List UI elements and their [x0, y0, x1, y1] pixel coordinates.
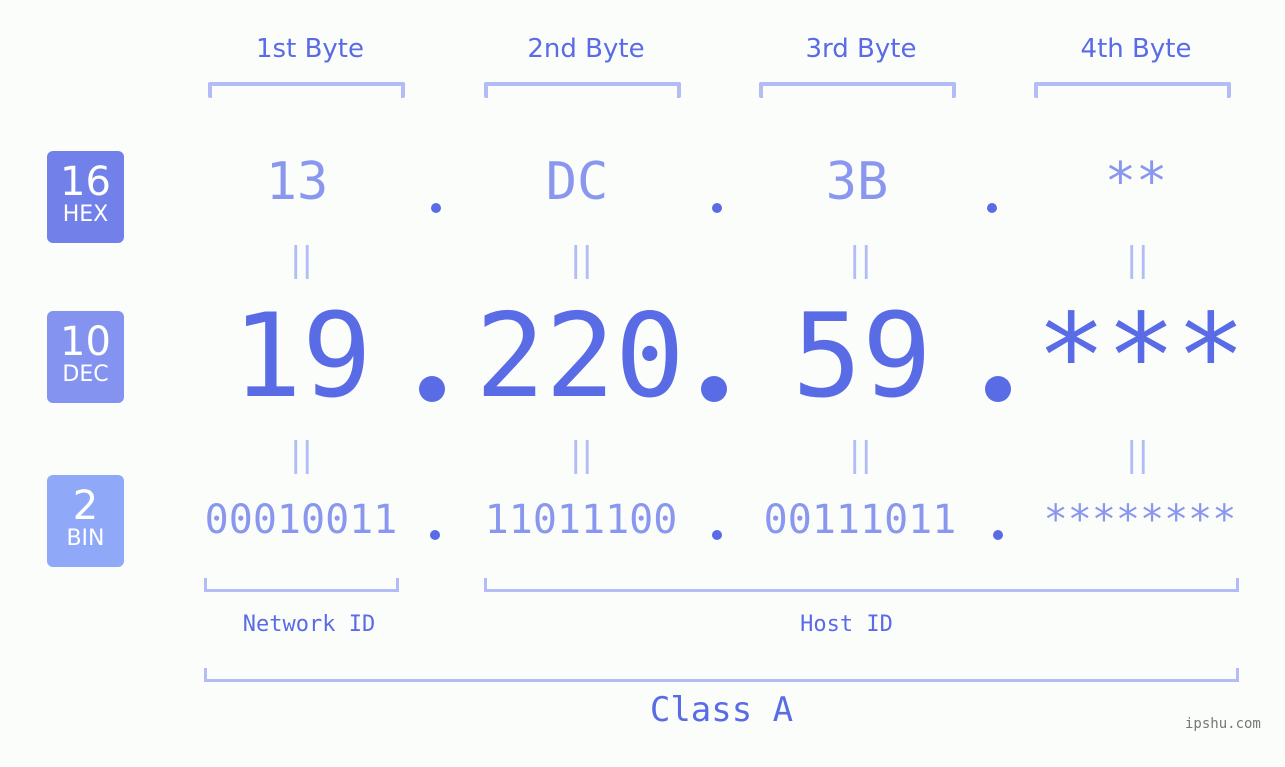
- hex-base-number: 16: [60, 159, 111, 205]
- bin-byte-4: ********: [1043, 497, 1237, 543]
- dec-byte-3: 59: [792, 289, 932, 424]
- hex-base-label: HEX: [62, 202, 109, 227]
- dec-byte-1: 19: [232, 289, 372, 424]
- equals-dec-bin-2: ||: [570, 435, 593, 475]
- bin-badge: 2 BIN: [47, 475, 124, 567]
- dec-dot-3: [985, 376, 1011, 402]
- equals-dec-bin-4: ||: [1126, 435, 1149, 475]
- hex-byte-2: DC: [545, 152, 609, 212]
- dec-base-label: DEC: [62, 362, 109, 387]
- class-bracket: [204, 668, 1239, 682]
- host-id-label: Host ID: [800, 612, 893, 637]
- byte-bracket-1: [208, 82, 405, 98]
- bin-byte-1: 00010011: [204, 497, 398, 543]
- byte-label-3: 3rd Byte: [805, 34, 917, 64]
- byte-bracket-4: [1034, 82, 1231, 98]
- equals-hex-dec-2: ||: [570, 240, 593, 280]
- byte-label-4: 4th Byte: [1080, 34, 1192, 64]
- network-id-bracket: [204, 578, 399, 592]
- watermark: ipshu.com: [1185, 716, 1261, 732]
- network-id-label: Network ID: [242, 612, 376, 637]
- byte-label-2: 2nd Byte: [527, 34, 645, 64]
- bin-dot-2: [712, 530, 722, 540]
- byte-bracket-2: [484, 82, 681, 98]
- hex-byte-3: 3B: [825, 152, 889, 212]
- bin-base-label: BIN: [66, 526, 105, 551]
- dec-badge: 10 DEC: [47, 311, 124, 403]
- dec-base-number: 10: [60, 319, 111, 365]
- hex-dot-3: [987, 203, 997, 213]
- byte-bracket-3: [759, 82, 956, 98]
- dec-byte-2: 220: [475, 289, 685, 424]
- host-id-bracket: [484, 578, 1239, 592]
- dec-dot-2: [701, 376, 727, 402]
- class-label: Class A: [649, 690, 794, 730]
- byte-label-1: 1st Byte: [256, 34, 364, 64]
- hex-dot-1: [431, 203, 441, 213]
- hex-badge: 16 HEX: [47, 151, 124, 243]
- equals-dec-bin-3: ||: [849, 435, 872, 475]
- dec-dot-1: [419, 376, 445, 402]
- bin-base-number: 2: [72, 483, 99, 529]
- equals-hex-dec-4: ||: [1126, 240, 1149, 280]
- equals-dec-bin-1: ||: [290, 435, 313, 475]
- hex-dot-2: [712, 203, 722, 213]
- bin-byte-3: 00111011: [763, 497, 957, 543]
- bin-dot-3: [993, 530, 1003, 540]
- bin-dot-1: [430, 530, 440, 540]
- dec-byte-4: ***: [1036, 289, 1246, 424]
- bin-byte-2: 11011100: [484, 497, 678, 543]
- equals-hex-dec-3: ||: [849, 240, 872, 280]
- hex-byte-1: 13: [265, 152, 329, 212]
- hex-byte-4: **: [1104, 152, 1168, 212]
- equals-hex-dec-1: ||: [290, 240, 313, 280]
